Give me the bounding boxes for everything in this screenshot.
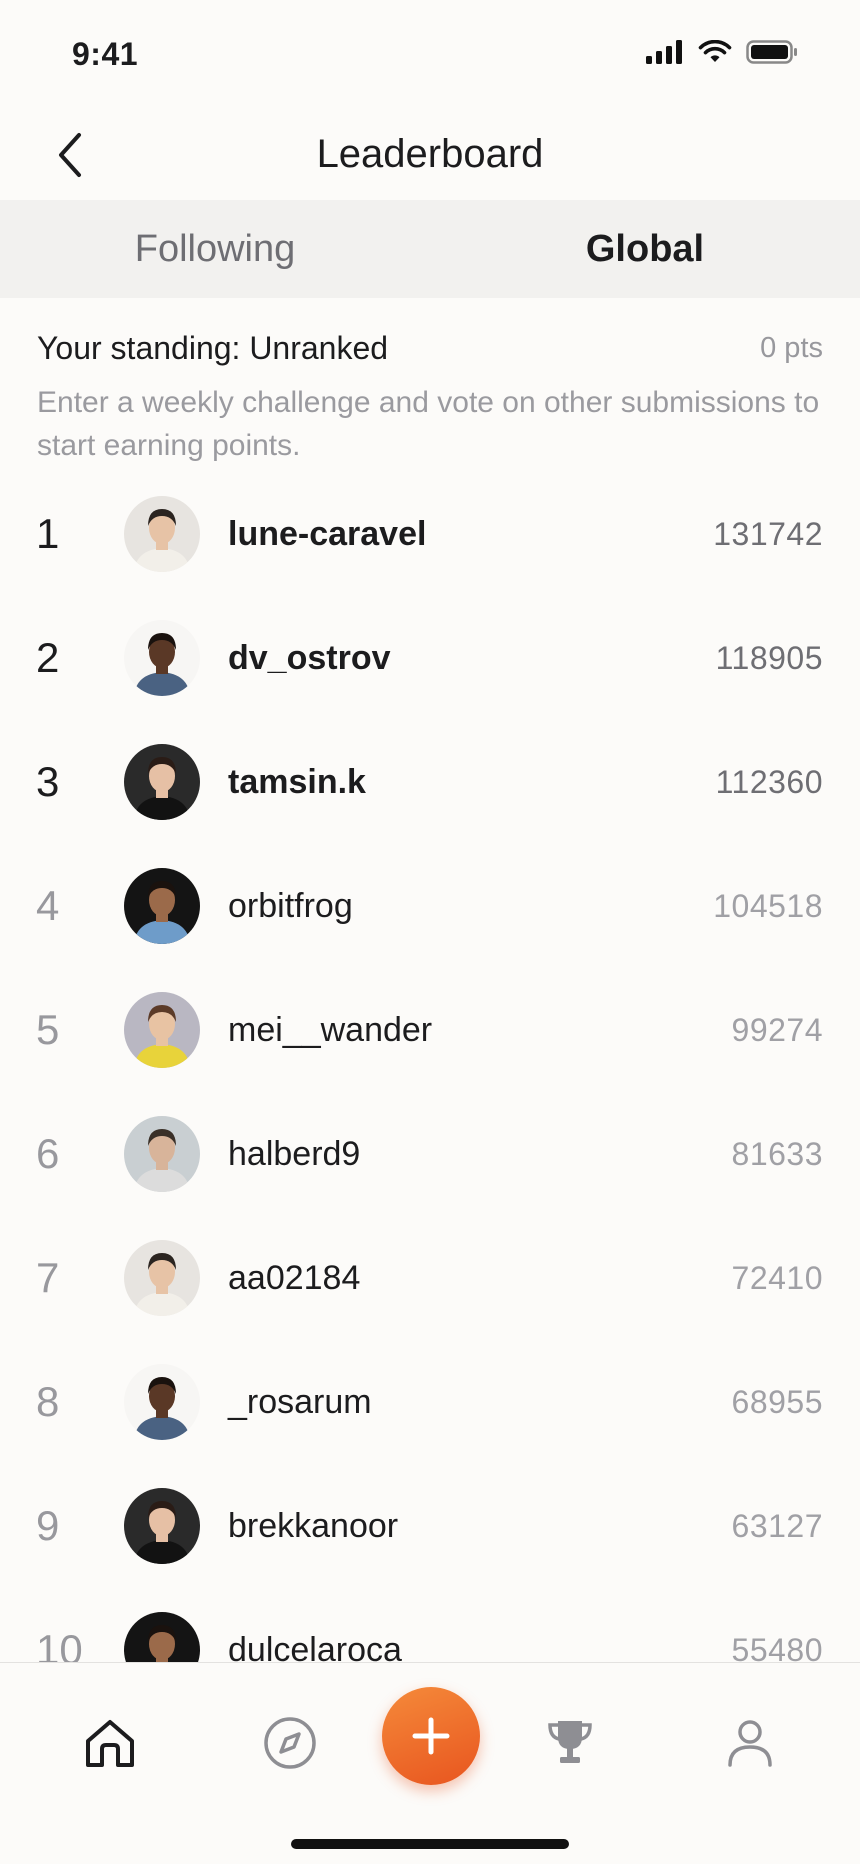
- username[interactable]: tamsin.k: [228, 763, 366, 802]
- home-indicator: [291, 1839, 569, 1849]
- score: 104518: [713, 887, 823, 924]
- nav-explore[interactable]: [250, 1703, 330, 1783]
- standing-title: Your standing: Unranked: [37, 330, 389, 366]
- username[interactable]: lune-caravel: [228, 515, 426, 554]
- battery-icon: [746, 40, 797, 64]
- leaderboard-row[interactable]: 1 lune-caravel 131742: [0, 472, 860, 596]
- header: Leaderboard: [0, 110, 860, 200]
- avatar-image: [124, 1612, 200, 1662]
- username[interactable]: aa02184: [228, 1259, 360, 1298]
- score: 131742: [713, 515, 823, 552]
- leaderboard-row[interactable]: 2 dv_ostrov 118905: [0, 596, 860, 720]
- rank-number: 7: [36, 1254, 60, 1301]
- avatar[interactable]: [124, 1240, 200, 1316]
- username[interactable]: _rosarum: [228, 1383, 372, 1422]
- leaderboard-row[interactable]: 3 tamsin.k 112360: [0, 720, 860, 844]
- rank-number: 3: [36, 758, 60, 805]
- nav-leaderboard[interactable]: [530, 1703, 610, 1783]
- avatar-image: [124, 744, 200, 820]
- score: 112360: [715, 763, 823, 800]
- avatar[interactable]: [124, 496, 200, 572]
- rank-number: 1: [36, 510, 60, 557]
- wifi-icon: [698, 40, 732, 62]
- avatar-image: [124, 1488, 200, 1564]
- segmented-tabs: Following Global: [0, 200, 860, 298]
- your-standing-section: Your standing: Unranked 0 pts Enter a we…: [37, 330, 823, 467]
- avatar[interactable]: [124, 1488, 200, 1564]
- nav-home[interactable]: [70, 1703, 150, 1783]
- score: 72410: [731, 1259, 823, 1296]
- username[interactable]: dulcelaroca: [228, 1631, 402, 1663]
- avatar[interactable]: [124, 620, 200, 696]
- username[interactable]: brekkanoor: [228, 1507, 398, 1546]
- rank-number: 10: [36, 1626, 83, 1662]
- rank-number: 5: [36, 1006, 60, 1053]
- page-title: Leaderboard: [316, 132, 544, 176]
- home-icon: [86, 1720, 134, 1767]
- bottom-tab-bar: [0, 1662, 860, 1864]
- score: 63127: [731, 1507, 823, 1544]
- standing-description: Enter a weekly challenge and vote on oth…: [37, 386, 820, 462]
- status-time: 9:41: [72, 36, 139, 72]
- username[interactable]: orbitfrog: [228, 887, 353, 926]
- tab-following[interactable]: Following: [0, 200, 430, 298]
- leaderboard-row[interactable]: 7 aa02184 72410: [0, 1216, 860, 1340]
- cellular-signal-icon: [646, 40, 682, 64]
- rank-number: 6: [36, 1130, 60, 1177]
- nav-profile[interactable]: [710, 1703, 790, 1783]
- plus-icon: [412, 1717, 450, 1755]
- avatar[interactable]: [124, 868, 200, 944]
- rank-number: 2: [36, 634, 60, 681]
- leaderboard-row[interactable]: 10 dulcelaroca 55480: [0, 1588, 860, 1662]
- avatar-image: [124, 1240, 200, 1316]
- username[interactable]: dv_ostrov: [228, 639, 391, 678]
- avatar[interactable]: [124, 1612, 200, 1662]
- leaderboard-list: 1 lune-caravel 131742 2 dv_ostrov 118905 3 tams…: [0, 472, 860, 1662]
- score: 81633: [731, 1135, 823, 1172]
- rank-number: 8: [36, 1378, 60, 1425]
- leaderboard-row[interactable]: 6 halberd9 81633: [0, 1092, 860, 1216]
- status-icons: [646, 40, 798, 64]
- status-bar: 9:41: [0, 0, 860, 110]
- leaderboard-row[interactable]: 8 _rosarum 68955: [0, 1340, 860, 1464]
- tab-global[interactable]: Global: [430, 200, 860, 298]
- leaderboard-row[interactable]: 9 brekkanoor 63127: [0, 1464, 860, 1588]
- avatar-image: [124, 868, 200, 944]
- score: 68955: [731, 1383, 823, 1420]
- avatar[interactable]: [124, 1116, 200, 1192]
- score: 55480: [731, 1631, 823, 1663]
- avatar-image: [124, 620, 200, 696]
- score: 99274: [731, 1011, 823, 1048]
- leaderboard-row[interactable]: 5 mei__wander 99274: [0, 968, 860, 1092]
- username[interactable]: halberd9: [228, 1135, 360, 1174]
- create-button[interactable]: [382, 1687, 480, 1785]
- score: 118905: [715, 639, 823, 676]
- profile-icon: [728, 1720, 772, 1767]
- trophy-icon: [548, 1721, 592, 1763]
- rank-number: 4: [36, 882, 60, 929]
- avatar-image: [124, 1116, 200, 1192]
- avatar-image: [124, 992, 200, 1068]
- avatar-image: [124, 496, 200, 572]
- avatar[interactable]: [124, 744, 200, 820]
- rank-number: 9: [36, 1502, 60, 1549]
- avatar-image: [124, 1364, 200, 1440]
- compass-icon: [264, 1717, 316, 1769]
- avatar[interactable]: [124, 992, 200, 1068]
- leaderboard-row[interactable]: 4 orbitfrog 104518: [0, 844, 860, 968]
- username[interactable]: mei__wander: [228, 1011, 432, 1050]
- standing-points: 0 pts: [760, 332, 823, 364]
- avatar[interactable]: [124, 1364, 200, 1440]
